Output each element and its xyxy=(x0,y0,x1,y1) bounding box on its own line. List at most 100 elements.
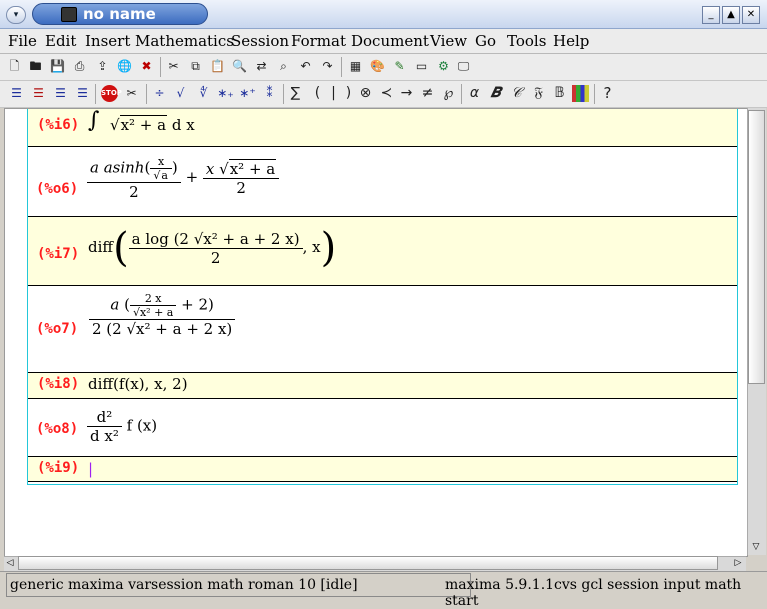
toolbar-separator xyxy=(146,84,147,104)
title-pill: no name xyxy=(32,3,208,25)
main-toolbar: 🗋 🖿 💾 ⎙ ⇪ 🌐 ✖ ✂ ⧉ 📋 🔍 ⇄ ⌕ ↶ ↷ ▦ 🎨 ✎ ▭ ⚙ … xyxy=(0,54,767,81)
menu-tools[interactable]: Tools xyxy=(507,32,546,50)
replace-icon[interactable]: ⇄ xyxy=(253,58,270,75)
otimes-icon[interactable]: ⊗ xyxy=(357,85,374,102)
close-document-icon[interactable]: ✖ xyxy=(138,58,155,75)
output-cell-o8: (%o8) d² d x² f (x) xyxy=(27,402,736,452)
menu-insert[interactable]: Insert xyxy=(85,32,130,50)
window-menu-button[interactable]: ▾ xyxy=(6,6,26,24)
align-center-icon[interactable]: ☰ xyxy=(30,85,47,102)
toolbar-separator xyxy=(341,57,342,77)
input-cell-i9[interactable]: (%i9) | xyxy=(27,456,738,482)
toolbar-separator xyxy=(160,57,161,77)
input-cell-i8[interactable]: (%i8) diff(f(x), x, 2) xyxy=(27,372,738,399)
color-grid-icon[interactable] xyxy=(572,85,589,102)
divide-icon[interactable]: ÷ xyxy=(151,85,168,102)
menu-session[interactable]: Session xyxy=(231,32,289,50)
monitor-icon[interactable]: 🖵 xyxy=(455,58,472,75)
fraction: a log (2 √x² + a + 2 x) 2 xyxy=(128,230,303,267)
integral-sign: ∫ xyxy=(88,108,100,133)
menu-view[interactable]: View xyxy=(430,32,467,50)
insert-table-icon[interactable]: ▦ xyxy=(347,58,364,75)
status-bar: generic maxima varsession math roman 10 … xyxy=(0,571,767,609)
toolbar-separator xyxy=(594,84,595,104)
paste-icon[interactable]: 📋 xyxy=(209,58,226,75)
nth-root-icon[interactable]: ∜ xyxy=(195,85,212,102)
blackboard-icon[interactable]: 𝔹 xyxy=(551,85,568,102)
sum-icon[interactable]: ∑ xyxy=(287,85,304,102)
menu-edit[interactable]: Edit xyxy=(45,32,76,50)
sqrt-icon[interactable]: √ xyxy=(172,85,189,102)
close-button[interactable]: ✕ xyxy=(742,6,760,24)
new-document-icon[interactable]: 🗋 xyxy=(6,58,23,75)
menu-bar: File Edit Insert Mathematics Session For… xyxy=(0,29,767,54)
cut-session-icon[interactable]: ✂ xyxy=(123,85,140,102)
insert-image-icon[interactable]: 🎨 xyxy=(369,58,386,75)
minimize-button[interactable]: _ xyxy=(702,6,720,24)
scroll-left-arrow-icon[interactable]: ◁ xyxy=(4,557,16,569)
math-expression: a (2 x √x² + a + 2) 2 (2 √x² + a + 2 x) xyxy=(89,292,236,338)
paren-left-icon[interactable]: ( xyxy=(309,85,326,102)
fraction: a asinh(x √a) 2 xyxy=(87,155,181,201)
math-expression: √x² + a d x xyxy=(110,115,195,134)
horizontal-scroll-thumb[interactable] xyxy=(18,556,718,570)
session-document[interactable]: (%i6) ∫ √x² + a d x (%o6) a asinh(x √a) 2… xyxy=(4,108,748,557)
undo-icon[interactable]: ↶ xyxy=(297,58,314,75)
maximize-button[interactable]: ▲ xyxy=(722,6,740,24)
status-left: generic maxima varsession math roman 10 … xyxy=(6,573,471,597)
search-next-icon[interactable]: ⌕ xyxy=(275,58,292,75)
open-document-icon[interactable]: 🖿 xyxy=(27,58,44,75)
print-icon[interactable]: ⎙ xyxy=(71,58,88,75)
weierstrass-p-icon[interactable]: ℘ xyxy=(440,85,457,102)
math-toolbar: ☰ ☰ ☰ ☰ STOP ✂ ÷ √ ∜ ∗₊ ∗⁺ ⁑ ∑ ( | ) ⊗ ≺… xyxy=(0,81,767,108)
align-justify-icon[interactable]: ☰ xyxy=(74,85,91,102)
menu-format[interactable]: Format xyxy=(291,32,346,50)
cut-icon[interactable]: ✂ xyxy=(165,58,182,75)
redo-icon[interactable]: ↷ xyxy=(319,58,336,75)
text-cursor: | xyxy=(88,460,94,478)
arrow-right-icon[interactable]: → xyxy=(398,85,415,102)
menu-go[interactable]: Go xyxy=(475,32,496,50)
fullscreen-icon[interactable]: ▭ xyxy=(413,58,430,75)
menu-file[interactable]: File xyxy=(8,32,37,50)
superscript-icon[interactable]: ∗⁺ xyxy=(239,85,256,102)
scroll-down-arrow-icon[interactable]: ▽ xyxy=(749,541,763,553)
not-equal-icon[interactable]: ≠ xyxy=(419,85,436,102)
vertical-scroll-thumb[interactable] xyxy=(748,110,765,384)
calligraphic-icon[interactable]: 𝒞 xyxy=(508,85,525,102)
title-bar: ▾ no name _ ▲ ✕ xyxy=(0,0,767,29)
menu-help[interactable]: Help xyxy=(553,32,589,50)
superscript-subscript-icon[interactable]: ⁑ xyxy=(261,85,278,102)
paren-right-icon[interactable]: ) xyxy=(340,85,357,102)
sqrt-radicand: x² + a xyxy=(119,115,168,134)
prompt-label: (%i8) xyxy=(37,376,80,392)
bold-icon[interactable]: 𝑩 xyxy=(487,85,504,102)
menu-mathematics[interactable]: Mathematics xyxy=(135,32,234,50)
export-icon[interactable]: ⇪ xyxy=(94,58,111,75)
align-left-icon[interactable]: ☰ xyxy=(8,85,25,102)
stop-icon[interactable]: STOP xyxy=(101,85,122,102)
subscript-icon[interactable]: ∗₊ xyxy=(217,85,234,102)
math-expression: diff(f(x), x, 2) xyxy=(88,375,188,393)
save-document-icon[interactable]: 💾 xyxy=(49,58,66,75)
status-right: maxima 5.9.1.1cvs gcl session input math… xyxy=(445,577,742,609)
differential: d x xyxy=(171,116,195,134)
fraktur-icon[interactable]: 𝔉 xyxy=(530,85,547,102)
copy-icon[interactable]: ⧉ xyxy=(187,58,204,75)
fraction: x √x² + a 2 xyxy=(202,158,280,197)
input-cell-i7[interactable]: (%i7) diff(a log (2 √x² + a + 2 x) 2, x) xyxy=(27,216,738,286)
fraction: a (2 x √x² + a + 2) 2 (2 √x² + a + 2 x) xyxy=(89,292,236,338)
find-icon[interactable]: 🔍 xyxy=(231,58,248,75)
prec-icon[interactable]: ≺ xyxy=(378,85,395,102)
globe-icon[interactable]: 🌐 xyxy=(116,58,133,75)
input-cell-i6[interactable]: (%i6) ∫ √x² + a d x xyxy=(27,108,738,147)
session-tools-icon[interactable]: ⚙ xyxy=(435,58,452,75)
inner-fraction: 2 x √x² + a xyxy=(129,292,177,319)
scroll-right-arrow-icon[interactable]: ▷ xyxy=(732,557,744,569)
prompt-label: (%o8) xyxy=(36,421,79,437)
alpha-icon[interactable]: α xyxy=(466,85,483,102)
menu-document[interactable]: Document xyxy=(351,32,429,50)
insert-drawing-icon[interactable]: ✎ xyxy=(391,58,408,75)
help-icon[interactable]: ? xyxy=(599,85,616,102)
align-right-icon[interactable]: ☰ xyxy=(52,85,69,102)
